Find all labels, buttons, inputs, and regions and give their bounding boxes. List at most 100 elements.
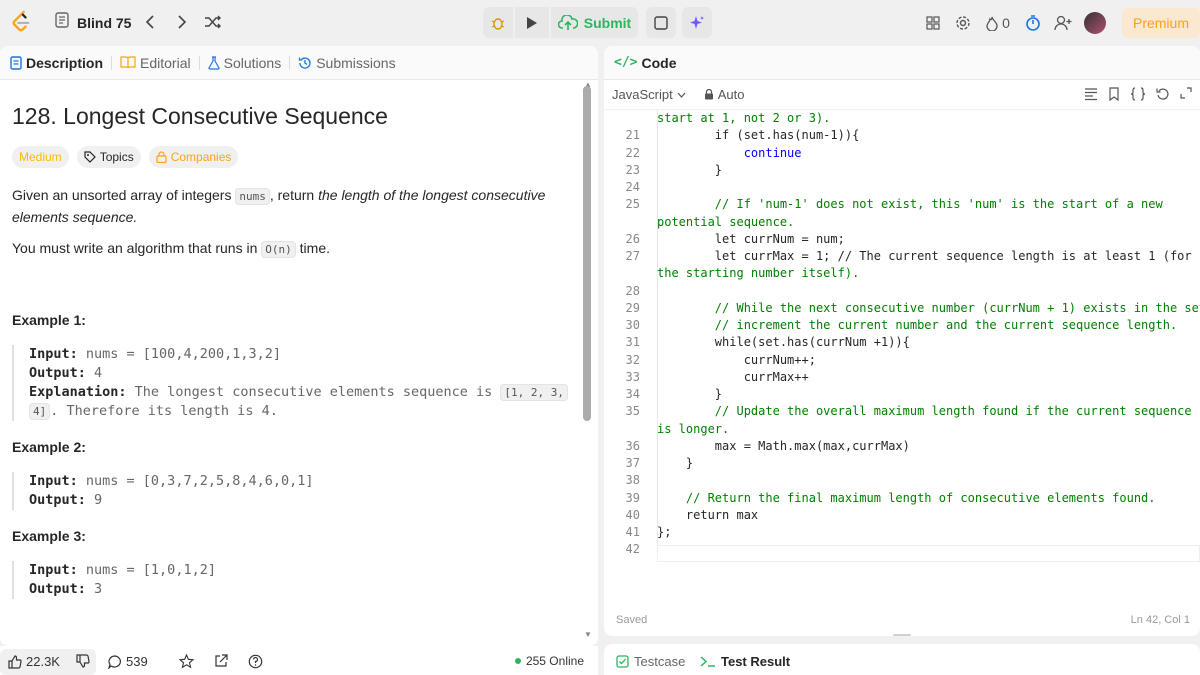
bookmark-icon[interactable] <box>1108 87 1120 101</box>
example-2-title: Example 2: <box>12 439 86 455</box>
line-number: 30 <box>625 318 640 332</box>
line-number: 29 <box>625 300 640 315</box>
code-editor[interactable]: start at 1, not 2 or 3). 21 if (set.has(n… <box>604 110 1200 610</box>
sparkle-icon <box>690 15 704 29</box>
line-text: // While the next consecutive number (cu… <box>657 300 1200 315</box>
tab-divider <box>198 55 200 70</box>
help-button[interactable] <box>248 654 263 669</box>
tab-editorial[interactable]: Editorial <box>120 55 191 71</box>
list-icon <box>55 12 69 28</box>
cursor-position: Ln 42, Col 1 <box>1130 614 1190 626</box>
example-1-output: Output: 4 <box>29 364 572 383</box>
line-number: 25 <box>625 197 640 212</box>
curly-braces-icon[interactable] <box>1130 87 1146 101</box>
line-text: max = Math.max(max,currMax) <box>657 438 910 453</box>
streak-button[interactable]: 0 <box>978 8 1018 38</box>
tab-divider <box>111 55 113 70</box>
like-count: 22.3K <box>26 654 60 669</box>
input-label: Input: <box>29 562 78 578</box>
problem-constraint: You must write an algorithm that runs in… <box>12 240 330 258</box>
description-action-bar: 22.3K 539 255 Online <box>0 646 598 675</box>
line-text: currNum++; <box>657 352 816 367</box>
auto-mode-toggle[interactable]: Auto <box>704 87 745 102</box>
problem-list-button[interactable] <box>55 12 69 28</box>
line-number: 32 <box>625 352 640 367</box>
line-number: 41 <box>625 525 640 539</box>
line-number: 24 <box>625 180 640 194</box>
console-tabs: Testcase Test Result <box>604 644 1200 675</box>
leetcode-logo-icon[interactable] <box>10 10 32 34</box>
share-button[interactable] <box>214 654 228 668</box>
run-button[interactable] <box>515 7 549 38</box>
fire-icon <box>986 16 998 31</box>
premium-button[interactable]: Premium <box>1122 8 1200 38</box>
random-problem-button[interactable] <box>203 12 223 32</box>
auto-label: Auto <box>717 87 745 102</box>
notes-button[interactable] <box>646 7 676 38</box>
input-label: Input: <box>29 473 78 489</box>
bug-icon <box>491 17 505 30</box>
example-1-explanation: Explanation: The longest consecutive ele… <box>29 383 572 421</box>
tab-submissions[interactable]: Submissions <box>298 55 396 71</box>
next-problem-button[interactable] <box>172 12 192 32</box>
line-number: 22 <box>625 145 640 160</box>
checkbox-icon <box>616 655 629 668</box>
code-brackets-icon: </> <box>614 55 638 70</box>
tab-description[interactable]: Description <box>10 55 103 71</box>
line-text: } <box>657 162 723 177</box>
book-icon <box>120 56 136 69</box>
example-2-block: Input: nums = [0,3,7,2,5,8,4,6,0,1] Outp… <box>12 472 572 510</box>
line-number: 42 <box>625 542 640 557</box>
editor-tools <box>1084 87 1192 101</box>
ai-assistant-button[interactable] <box>682 7 712 38</box>
save-status: Saved <box>616 614 648 626</box>
example-1-block: Input: nums = [100,4,200,1,3,2] Output: … <box>12 345 572 421</box>
explanation-code: [1, 2, 3, <box>500 384 569 401</box>
line-text: // increment the current number and the … <box>657 318 1178 332</box>
tab-solutions[interactable]: Solutions <box>208 55 281 71</box>
expand-icon[interactable] <box>1180 87 1192 99</box>
tab-testcase[interactable]: Testcase <box>616 654 685 669</box>
line-text: // Update the overall maximum length fou… <box>657 404 1192 419</box>
note-icon <box>654 15 668 30</box>
explanation-text: . Therefore its length is 4. <box>50 403 278 419</box>
resize-handle[interactable] <box>893 634 911 636</box>
input-value: nums = [1,0,1,2] <box>77 562 216 578</box>
output-label: Output: <box>29 365 86 381</box>
tab-description-label: Description <box>26 54 104 71</box>
dislike-button[interactable] <box>76 654 90 668</box>
avatar[interactable] <box>1084 12 1106 34</box>
scroll-down-arrow-icon[interactable]: ▼ <box>584 630 592 639</box>
comment-icon <box>108 654 121 669</box>
companies-button[interactable]: Companies <box>148 146 239 168</box>
line-number: 28 <box>625 283 640 298</box>
description-panel: Description Editorial Solutions Submissi… <box>0 46 598 646</box>
run-submit-group: Submit <box>483 7 712 38</box>
format-lines-icon[interactable] <box>1084 87 1098 101</box>
layout-button[interactable] <box>918 8 948 38</box>
debug-button[interactable] <box>483 7 513 38</box>
explanation-code: 4] <box>29 403 51 420</box>
language-select[interactable]: JavaScript <box>612 87 686 102</box>
problem-list-title[interactable]: Blind 75 <box>77 15 131 31</box>
like-button[interactable]: 22.3K <box>8 654 60 669</box>
testcase-label: Testcase <box>634 654 686 669</box>
desc-code: nums <box>235 188 270 205</box>
online-label: 255 Online <box>525 654 584 668</box>
comments-button[interactable]: 539 <box>108 654 148 669</box>
favorite-button[interactable] <box>179 654 194 669</box>
description-scrollbar[interactable] <box>583 86 591 421</box>
submit-button[interactable]: Submit <box>551 7 638 38</box>
code-panel: </> Code JavaScript Auto start at 1, not… <box>604 46 1200 636</box>
prev-problem-button[interactable] <box>140 12 160 32</box>
timer-button[interactable] <box>1018 8 1048 38</box>
reset-icon[interactable] <box>1156 87 1170 101</box>
tab-test-result[interactable]: Test Result <box>700 654 790 669</box>
topics-button[interactable]: Topics <box>76 146 141 168</box>
output-value: 3 <box>85 581 103 597</box>
settings-button[interactable] <box>948 8 978 38</box>
language-label: JavaScript <box>612 87 673 102</box>
add-friend-button[interactable] <box>1048 8 1078 38</box>
play-icon <box>527 16 537 29</box>
editor-toolbar: JavaScript Auto <box>604 80 1200 110</box>
